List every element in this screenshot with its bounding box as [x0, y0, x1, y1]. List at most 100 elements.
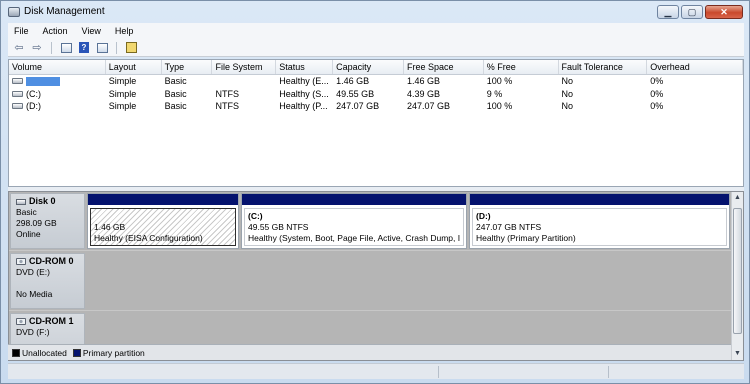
redacted-volume-label: [26, 76, 60, 86]
legend-label: Primary partition: [82, 347, 145, 358]
legend: Unallocated Primary partition: [8, 344, 731, 360]
disk-row: CD-ROM 0 DVD (E:) No Media: [9, 252, 732, 311]
column-volume[interactable]: Volume: [9, 60, 106, 74]
fault-tolerance-cell: No: [561, 101, 574, 112]
menu-view[interactable]: View: [82, 26, 101, 36]
menu-file[interactable]: File: [14, 26, 29, 36]
partition-strip: 1.46 GB Healthy (EISA Configuration) (C:) 4…: [87, 193, 732, 249]
column-percent-free[interactable]: % Free: [484, 60, 559, 74]
partition-block[interactable]: (C:) 49.55 GB NTFS Healthy (System, Boot, …: [241, 193, 467, 249]
free-space-cell: 1.46 GB: [406, 76, 440, 87]
unallocated-swatch: [12, 349, 20, 358]
column-capacity[interactable]: Capacity: [333, 60, 404, 74]
status-pane: [608, 366, 609, 378]
scrollbar-thumb[interactable]: [733, 208, 742, 334]
column-layout[interactable]: Layout: [106, 60, 162, 74]
disk-name: CD-ROM 1: [16, 316, 79, 327]
disk-detail: Basic: [16, 207, 37, 217]
legend-primary-partition: Primary partition: [72, 347, 145, 358]
volume-label: (D:): [26, 101, 41, 112]
hard-disk-icon: [16, 198, 26, 205]
disk-detail: No Media: [16, 289, 53, 299]
status-cell: Healthy (P...: [279, 101, 328, 112]
partition-block[interactable]: 1.46 GB Healthy (EISA Configuration): [87, 193, 239, 249]
help-icon[interactable]: ?: [77, 41, 91, 54]
minimize-button[interactable]: ▁: [657, 5, 679, 19]
overhead-cell: 0%: [650, 101, 664, 112]
overhead-cell: 0%: [650, 76, 664, 87]
volume-cell: (D:): [9, 101, 106, 111]
disk-name: Disk 0: [16, 196, 79, 207]
primary-partition-swatch: [72, 349, 81, 358]
menu-action[interactable]: Action: [43, 26, 68, 36]
column-status[interactable]: Status: [276, 60, 334, 74]
maximize-button[interactable]: ▢: [681, 5, 703, 19]
column-fault-tolerance[interactable]: Fault Tolerance: [559, 60, 648, 74]
scroll-down-icon[interactable]: ▼: [732, 348, 743, 360]
disk-name: CD-ROM 0: [16, 256, 79, 267]
volume-list-header: Volume Layout Type File System Status Ca…: [9, 60, 743, 75]
fault-tolerance-cell: No: [561, 76, 574, 87]
percent-free-cell: 100 %: [486, 76, 513, 87]
back-arrow-icon[interactable]: ⇦: [12, 41, 26, 54]
disk-info-panel[interactable]: CD-ROM 0 DVD (E:) No Media: [10, 253, 85, 309]
disk-title: Disk 0: [29, 196, 56, 206]
cd-rom-icon: [16, 318, 26, 325]
volume-list: Volume Layout Type File System Status Ca…: [8, 59, 744, 187]
volume-rows: Simple Basic Healthy (E... 1.46 GB 1.46 GB 10…: [9, 75, 743, 113]
table-row[interactable]: (D:) Simple Basic NTFS Healthy (P... 247.07 G…: [9, 100, 743, 113]
properties-icon[interactable]: [124, 41, 138, 54]
file-system-cell: NTFS: [215, 101, 239, 112]
scroll-up-icon[interactable]: ▲: [732, 192, 743, 204]
disk-title: CD-ROM 1: [29, 316, 74, 326]
status-cell: Healthy (S...: [279, 88, 329, 99]
free-space-cell: 4.39 GB: [406, 88, 440, 99]
disk-detail: DVD (F:): [16, 327, 50, 337]
partition-title: (C:): [248, 211, 263, 221]
capacity-cell: 1.46 GB: [336, 76, 370, 87]
legend-label: Unallocated: [22, 347, 67, 358]
partition-title: (D:): [476, 211, 491, 221]
percent-free-cell: 9 %: [486, 88, 503, 99]
disk-detail: 298.09 GB: [16, 218, 57, 228]
status-bar: [8, 363, 744, 379]
primary-partition-bar: [88, 194, 238, 205]
vertical-scrollbar[interactable]: ▲ ▼: [731, 192, 743, 360]
column-type[interactable]: Type: [162, 60, 213, 74]
menu-help[interactable]: Help: [115, 26, 134, 36]
close-button[interactable]: ✕: [705, 5, 743, 19]
table-row[interactable]: (C:) Simple Basic NTFS Healthy (S... 49.55 GB…: [9, 88, 743, 101]
status-pane: [438, 366, 439, 378]
disk-info-panel[interactable]: Disk 0 Basic 298.09 GB Online: [10, 193, 85, 249]
disk-management-app-icon: [8, 7, 20, 17]
menu-bar: File Action View Help: [8, 23, 744, 39]
partition-spacer: [94, 211, 232, 222]
disk-detail: [16, 278, 79, 289]
status-cell: Healthy (E...: [279, 76, 329, 87]
partition-size: 49.55 GB NTFS: [248, 222, 309, 232]
partition-block[interactable]: (D:) 247.07 GB NTFS Healthy (Primary Parti…: [469, 193, 730, 249]
console-tree-icon[interactable]: [59, 41, 73, 54]
type-cell: Basic: [164, 88, 187, 99]
disk-management-window: Disk Management ▁ ▢ ✕ File Action View H…: [0, 0, 750, 384]
toolbar-separator: [116, 41, 117, 54]
volume-cell: [9, 76, 106, 86]
column-file-system[interactable]: File System: [212, 60, 277, 74]
partition-status: Healthy (System, Boot, Page File, Active…: [248, 233, 461, 243]
table-row[interactable]: Simple Basic Healthy (E... 1.46 GB 1.46 GB 10…: [9, 75, 743, 88]
volume-cell: (C:): [9, 89, 106, 99]
capacity-cell: 49.55 GB: [336, 88, 375, 99]
free-space-cell: 247.07 GB: [406, 101, 450, 112]
toolbar-separator: [51, 41, 52, 54]
forward-arrow-icon[interactable]: ⇨: [30, 41, 44, 54]
legend-unallocated: Unallocated: [12, 348, 67, 358]
cd-rom-icon: [16, 258, 26, 265]
column-overhead[interactable]: Overhead: [647, 60, 743, 74]
column-free-space[interactable]: Free Space: [404, 60, 484, 74]
caption-buttons: ▁ ▢ ✕: [657, 5, 743, 19]
partition-status: Healthy (Primary Partition): [476, 233, 576, 243]
type-cell: Basic: [164, 101, 187, 112]
show-hide-icon[interactable]: [95, 41, 109, 54]
title-bar: Disk Management ▁ ▢ ✕: [1, 1, 749, 23]
partition-details: (D:) 247.07 GB NTFS Healthy (Primary Parti…: [472, 208, 727, 246]
